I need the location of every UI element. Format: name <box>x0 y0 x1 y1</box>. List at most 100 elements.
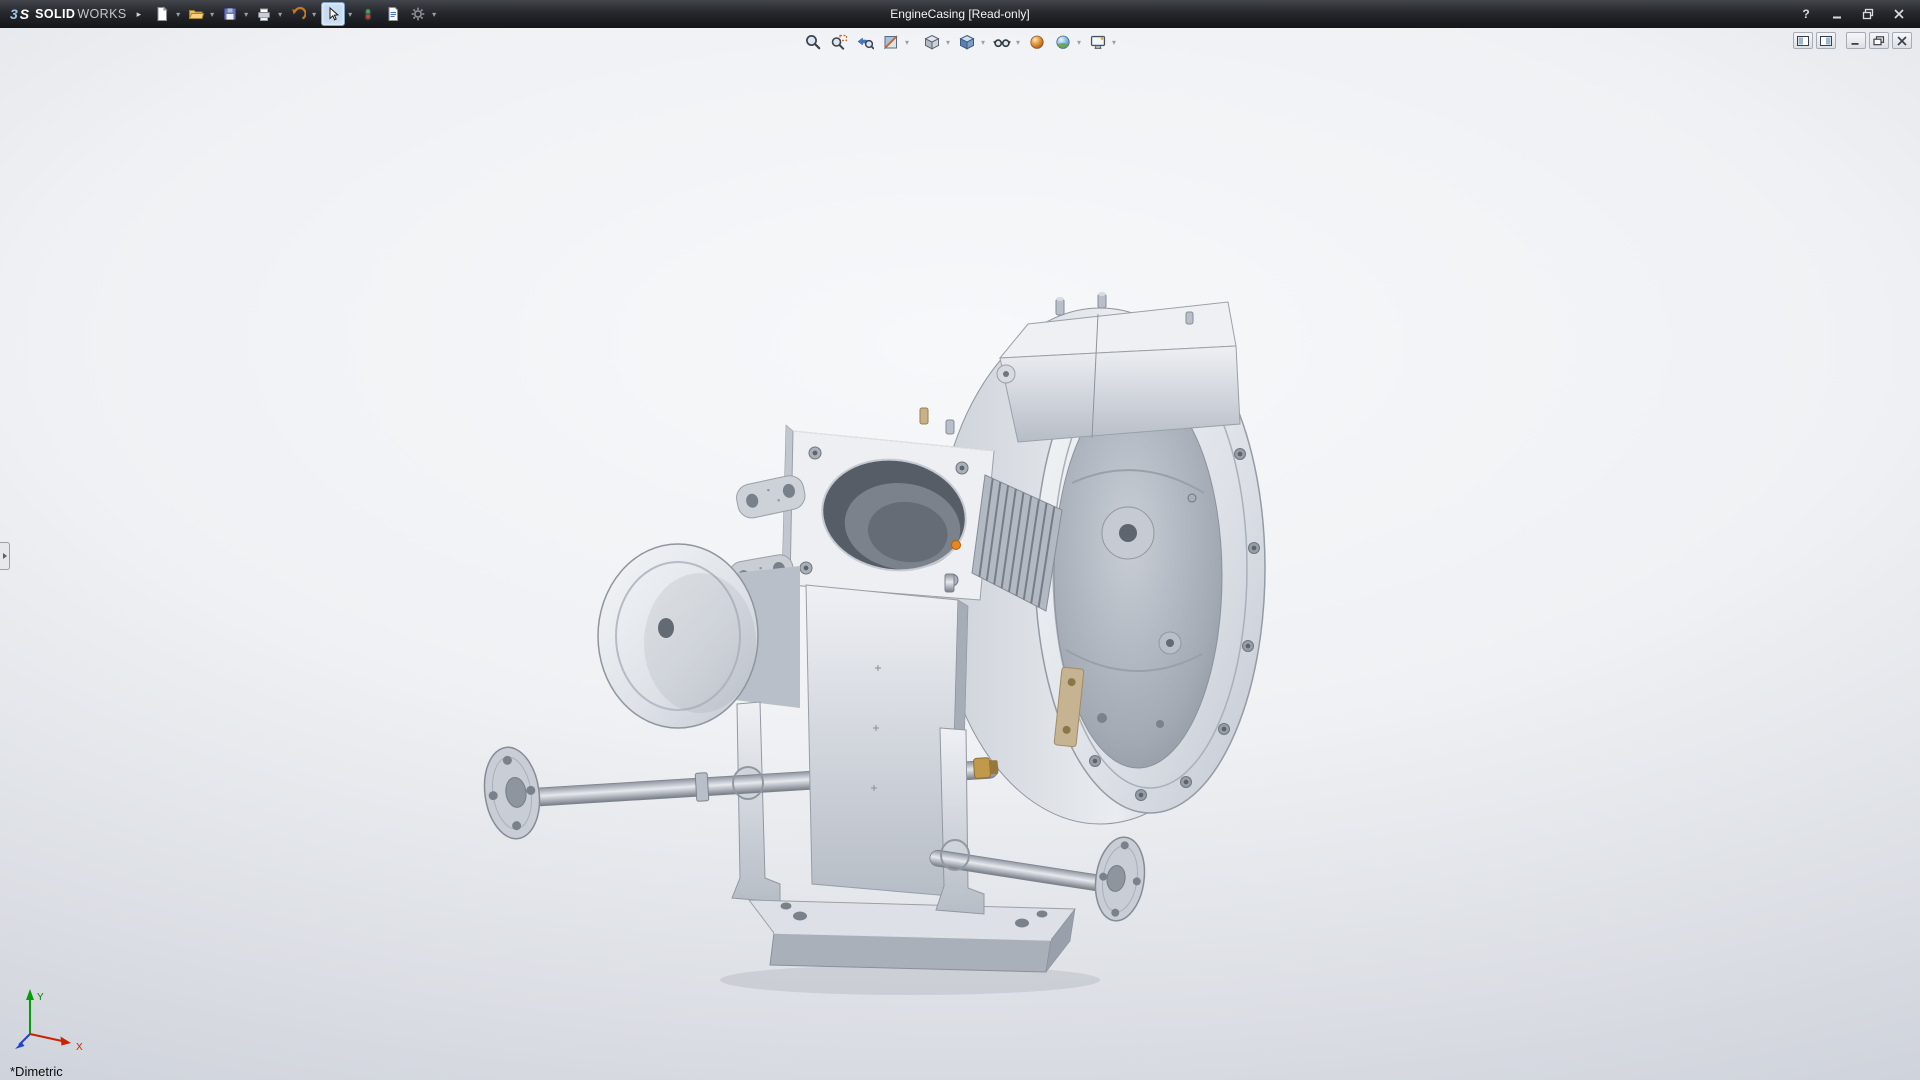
edit-appearance-button[interactable] <box>1026 31 1048 53</box>
new-dropdown-caret[interactable]: ▾ <box>174 10 182 19</box>
restore-document-icon <box>1873 36 1885 46</box>
view-orientation-button[interactable] <box>921 31 943 53</box>
document-window-controls <box>1790 32 1912 49</box>
display-style-icon <box>958 33 976 51</box>
hide-show-items-button[interactable] <box>991 31 1013 53</box>
edit-appearance-ball-icon <box>1028 33 1046 51</box>
engine-casing-model[interactable] <box>0 28 1920 1080</box>
options-dropdown-caret[interactable]: ▾ <box>430 10 438 19</box>
apply-scene-button[interactable] <box>1052 31 1074 53</box>
document-title: EngineCasing [Read-only] <box>890 0 1029 28</box>
close-icon <box>1893 8 1905 20</box>
rebuild-button[interactable] <box>357 3 379 25</box>
headsup-view-toolbar: ▾ ▾ ▾ <box>800 31 1120 53</box>
view-settings-icon <box>1089 33 1107 51</box>
axis-x: X <box>30 1034 83 1053</box>
save-button[interactable] <box>219 3 241 25</box>
select-dropdown-caret[interactable]: ▾ <box>346 10 354 19</box>
hide-show-caret[interactable]: ▾ <box>1014 38 1022 47</box>
zoom-to-area-button[interactable] <box>828 31 850 53</box>
restore-button[interactable] <box>1859 5 1877 23</box>
shaft-left-flange[interactable] <box>479 744 545 843</box>
print-icon <box>256 6 272 22</box>
zoom-to-fit-button[interactable] <box>802 31 824 53</box>
view-orientation-cube-icon <box>923 33 941 51</box>
display-style-button[interactable] <box>956 31 978 53</box>
new-document-button[interactable] <box>151 3 173 25</box>
select-button[interactable] <box>321 2 345 26</box>
3ds-logo-icon-s: S <box>20 6 29 22</box>
select-cursor-icon <box>325 6 341 22</box>
undo-button[interactable] <box>287 3 309 25</box>
minimize-icon <box>1831 8 1843 20</box>
window-controls: ? <box>1797 5 1920 23</box>
new-document-icon <box>154 6 170 22</box>
open-folder-icon <box>188 6 204 22</box>
solidworks-logo: 3 S SOLID WORKS <box>0 0 135 28</box>
help-button[interactable]: ? <box>1797 5 1815 23</box>
save-dropdown-caret[interactable]: ▾ <box>242 10 250 19</box>
axis-y: Y <box>26 989 44 1034</box>
shaft-right-flange[interactable] <box>1090 834 1149 924</box>
view-orientation-label: *Dimetric <box>10 1064 63 1079</box>
pane-right-icon <box>1820 36 1832 46</box>
undo-dropdown-caret[interactable]: ▾ <box>310 10 318 19</box>
close-document-icon <box>1896 36 1908 46</box>
hide-show-glasses-icon <box>993 33 1011 51</box>
open-document-button[interactable] <box>185 3 207 25</box>
view-settings-caret[interactable]: ▾ <box>1110 38 1118 47</box>
pane-left-button[interactable] <box>1793 32 1813 49</box>
model-flywheel-cover[interactable] <box>598 544 800 728</box>
view-orientation-caret[interactable]: ▾ <box>944 38 952 47</box>
previous-view-button[interactable] <box>854 31 876 53</box>
brass-fitting[interactable] <box>973 758 990 779</box>
file-properties-button[interactable] <box>382 3 404 25</box>
orientation-triad: Y X <box>0 974 110 1066</box>
print-dropdown-caret[interactable]: ▾ <box>276 10 284 19</box>
axis-x-label: X <box>76 1042 83 1053</box>
previous-view-icon <box>856 33 874 51</box>
close-document-button[interactable] <box>1892 32 1912 49</box>
minimize-document-icon <box>1850 36 1862 46</box>
zoom-to-fit-icon <box>804 33 822 51</box>
section-view-button[interactable] <box>880 31 902 53</box>
close-button[interactable] <box>1890 5 1908 23</box>
zoom-to-area-icon <box>830 33 848 51</box>
undo-icon <box>290 6 306 22</box>
rebuild-traffic-light-icon <box>360 6 376 22</box>
axis-y-label: Y <box>37 992 44 1003</box>
options-gear-icon <box>410 6 426 22</box>
model-mounting-base[interactable] <box>749 900 1075 972</box>
flyout-arrow-icon <box>3 553 7 559</box>
display-style-caret[interactable]: ▾ <box>979 38 987 47</box>
open-dropdown-caret[interactable]: ▾ <box>208 10 216 19</box>
pane-right-button[interactable] <box>1816 32 1836 49</box>
titlebar[interactable]: 3 S SOLID WORKS ▸ ▾ <box>0 0 1920 28</box>
print-button[interactable] <box>253 3 275 25</box>
selection-highlight-vertex[interactable] <box>952 541 961 550</box>
restore-document-button[interactable] <box>1869 32 1889 49</box>
model-support-bracket-left[interactable] <box>732 702 780 902</box>
apply-scene-caret[interactable]: ▾ <box>1075 38 1083 47</box>
axis-z <box>15 1034 30 1049</box>
graphics-area[interactable]: ▾ ▾ ▾ <box>0 28 1920 1080</box>
brand-solid: SOLID <box>35 7 75 21</box>
section-view-caret[interactable]: ▾ <box>903 38 911 47</box>
minimize-button[interactable] <box>1828 5 1846 23</box>
solidworks-window: 3 S SOLID WORKS ▸ ▾ <box>0 0 1920 1080</box>
section-view-icon <box>882 33 900 51</box>
featuremanager-flyout-tab[interactable] <box>0 542 10 570</box>
save-icon <box>222 6 238 22</box>
view-settings-button[interactable] <box>1087 31 1109 53</box>
minimize-document-button[interactable] <box>1846 32 1866 49</box>
model-valve-cover[interactable] <box>997 292 1240 442</box>
3ds-logo-icon: 3 <box>10 6 18 22</box>
restore-icon <box>1862 8 1874 20</box>
titlebar-toolbar: ▾ ▾ ▾ <box>151 2 441 26</box>
pane-left-icon <box>1797 36 1809 46</box>
block-stud <box>920 408 928 424</box>
apply-scene-icon <box>1054 33 1072 51</box>
options-button[interactable] <box>407 3 429 25</box>
menu-expand-arrow[interactable]: ▸ <box>137 9 142 20</box>
brand-works: WORKS <box>77 7 126 21</box>
